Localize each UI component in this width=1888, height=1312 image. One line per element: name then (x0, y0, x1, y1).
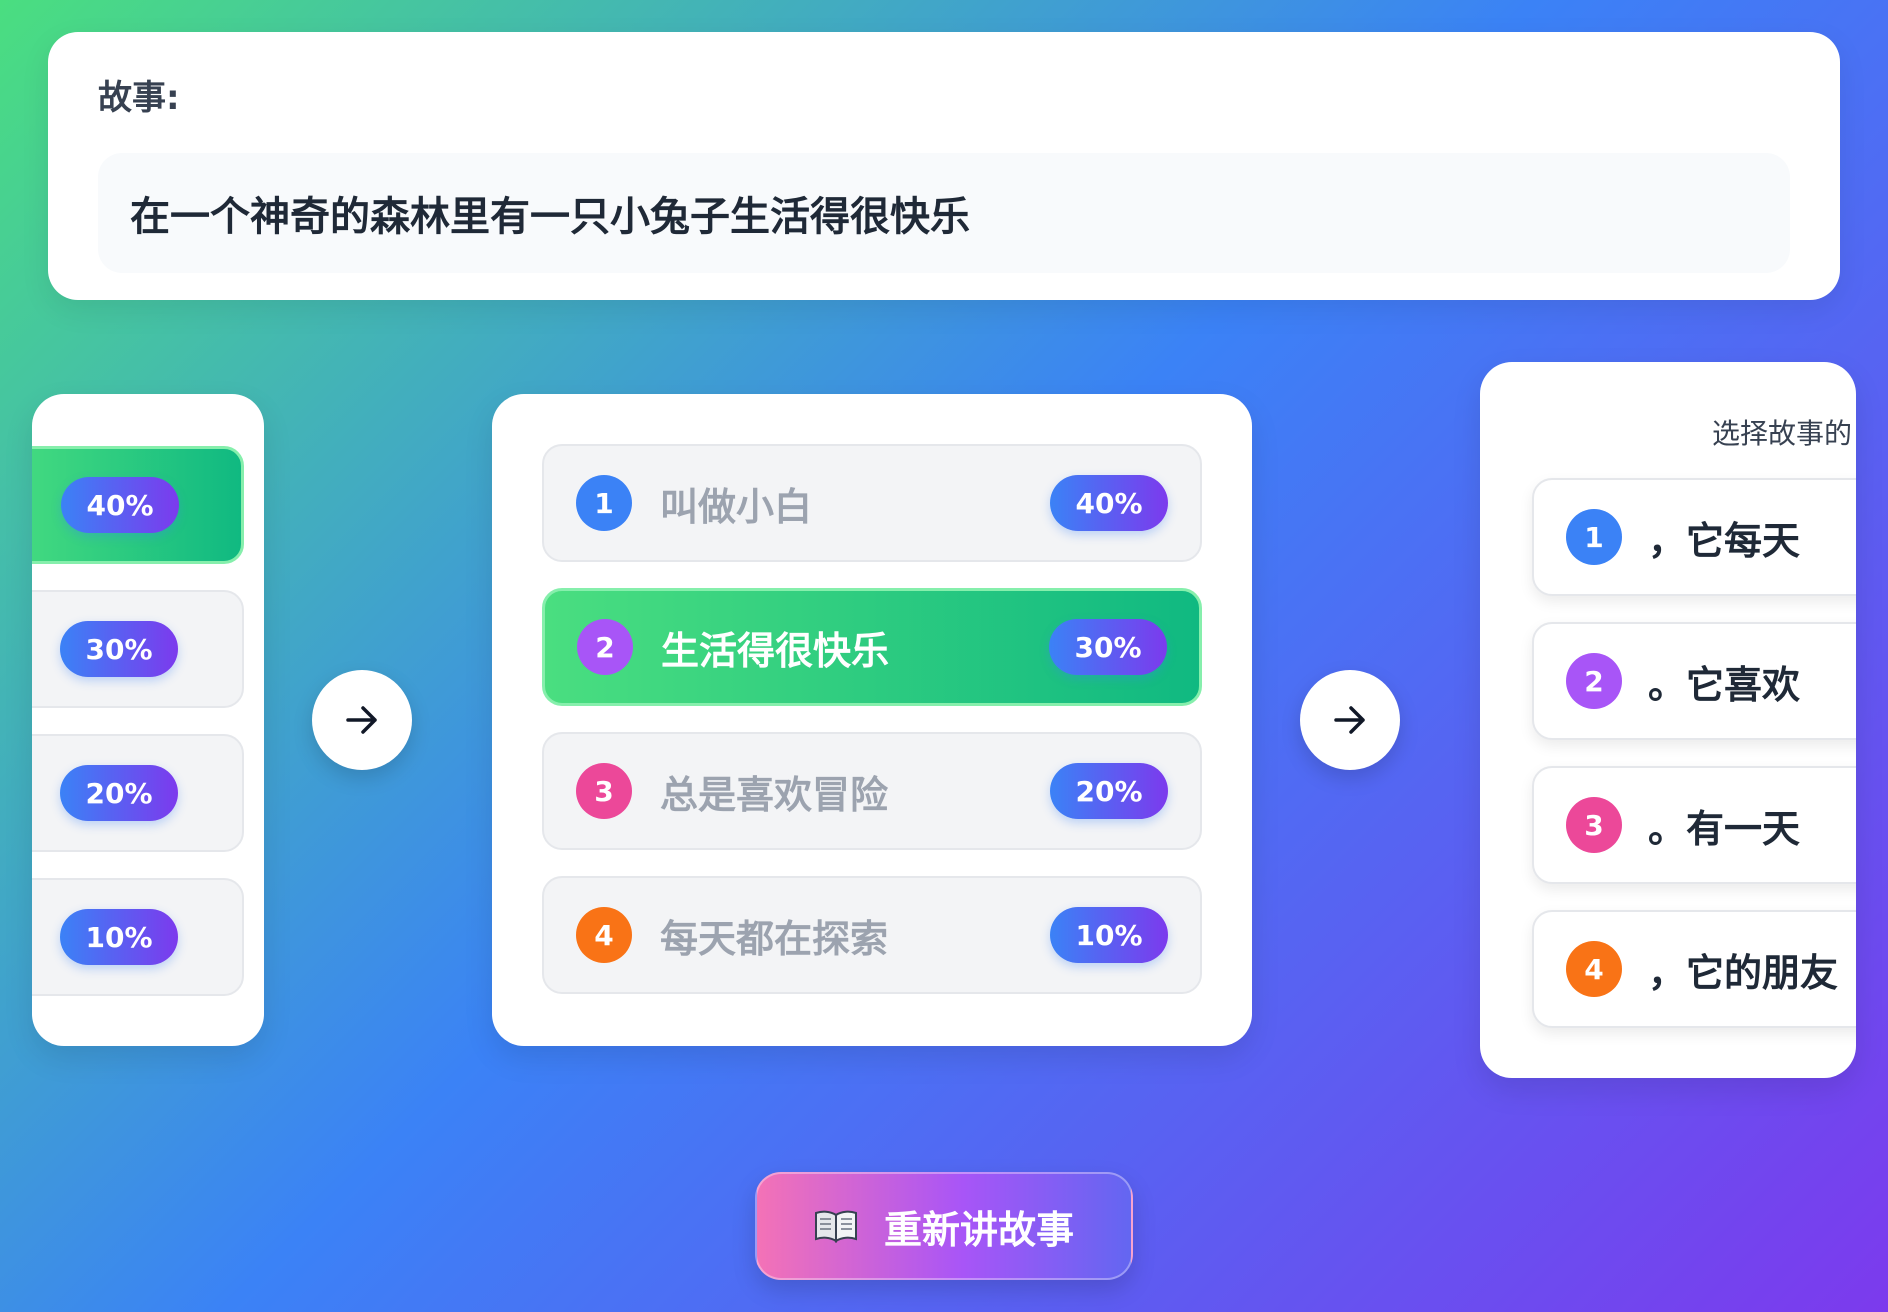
option-card[interactable]: 4 每天都在探索 10% (542, 876, 1202, 994)
probability-badge: 40% (61, 477, 179, 533)
choose-hint: 选择故事的 (1712, 417, 1853, 450)
option-card[interactable]: 10% (32, 878, 244, 996)
option-number: 4 (1566, 941, 1622, 997)
story-card: 故事: 在一个神奇的森林里有一只小兔子生活得很快乐 (48, 32, 1840, 300)
next-arrow-button[interactable] (312, 670, 412, 770)
retell-story-button[interactable]: 重新讲故事 (755, 1172, 1133, 1280)
option-number: 4 (576, 907, 632, 963)
option-text: 。它喜欢 (1648, 662, 1801, 707)
story-text: 在一个神奇的森林里有一只小兔子生活得很快乐 (130, 194, 970, 240)
option-number: 3 (1566, 797, 1622, 853)
story-label: 故事: (98, 78, 180, 118)
arrow-right-icon (1334, 706, 1365, 734)
arrow-right-icon (346, 706, 377, 734)
option-card[interactable]: 1 ，它每天 (1532, 478, 1856, 596)
probability-badge: 10% (60, 909, 178, 965)
probability-badge: 30% (1049, 619, 1167, 675)
probability-badge: 20% (1050, 763, 1168, 819)
open-book-icon (814, 1210, 857, 1243)
option-card[interactable]: 4 ，它的朋友 (1532, 910, 1856, 1028)
next-choices-panel: 选择故事的 1 ，它每天 2 。它喜欢 3 。有一天 4 ，它的朋友 (1480, 362, 1856, 1078)
option-text: 叫做小白 (660, 484, 813, 529)
option-card[interactable]: 1 叫做小白 40% (542, 444, 1202, 562)
probability-badge: 40% (1050, 475, 1168, 531)
probability-badge: 10% (1050, 907, 1168, 963)
option-text: 每天都在探索 (660, 916, 889, 961)
probability-badge: 30% (60, 621, 178, 677)
option-text: 生活得很快乐 (661, 628, 890, 673)
option-text: 总是喜欢冒险 (660, 772, 889, 817)
option-number: 1 (1566, 509, 1622, 565)
current-choices-panel: 1 叫做小白 40% 2 生活得很快乐 30% 3 总是喜欢冒险 20% 4 每… (492, 394, 1252, 1046)
probability-badge: 20% (60, 765, 178, 821)
option-number: 1 (576, 475, 632, 531)
option-card[interactable]: 2 。它喜欢 (1532, 622, 1856, 740)
option-card[interactable]: 30% (32, 590, 244, 708)
option-number: 2 (577, 619, 633, 675)
next-arrow-button[interactable] (1300, 670, 1400, 770)
option-card-selected[interactable]: 2 生活得很快乐 30% (542, 588, 1202, 706)
retell-label: 重新讲故事 (883, 1207, 1074, 1252)
option-number: 3 (576, 763, 632, 819)
option-number: 2 (1566, 653, 1622, 709)
option-text: ，它的朋友 (1648, 950, 1839, 995)
option-card[interactable]: 20% (32, 734, 244, 852)
option-card[interactable]: 40% (32, 446, 244, 564)
story-text-box: 在一个神奇的森林里有一只小兔子生活得很快乐 (98, 153, 1790, 273)
option-card[interactable]: 3 。有一天 (1532, 766, 1856, 884)
previous-choices-panel: 40% 30% 20% 10% (32, 394, 264, 1046)
option-text: 。有一天 (1648, 806, 1801, 851)
option-text: ，它每天 (1648, 518, 1801, 563)
option-card[interactable]: 3 总是喜欢冒险 20% (542, 732, 1202, 850)
